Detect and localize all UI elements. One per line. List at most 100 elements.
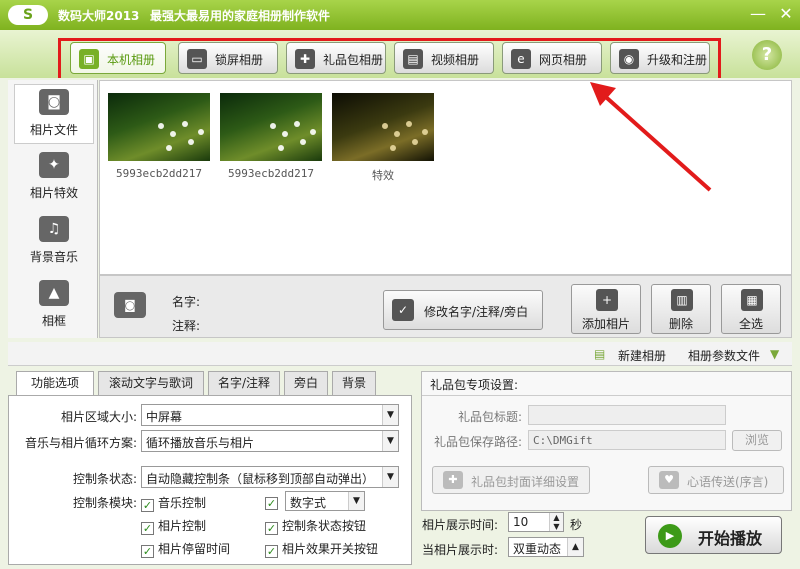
checkbox-label: 相片控制: [158, 519, 207, 533]
sidebar: ◙ 相片文件 ✦ 相片特效 ♫ 背景音乐 ▲ 相框: [8, 80, 98, 338]
save-path-label: 礼品包保存路径:: [433, 435, 522, 449]
checkbox-checked[interactable]: ✓: [141, 545, 154, 558]
close-button[interactable]: ✕: [776, 5, 796, 25]
checkbox-checked[interactable]: ✓: [265, 545, 278, 558]
gift-title-label: 礼品包标题:: [457, 410, 522, 424]
sidebar-item-photo-files[interactable]: ◙ 相片文件: [14, 84, 94, 144]
button-label: 心语传送(序言): [687, 475, 769, 489]
add-photo-button[interactable]: + 添加相片: [571, 284, 641, 334]
app-logo: S: [8, 5, 48, 25]
select-all-button[interactable]: ▦ 全选: [721, 284, 781, 334]
gift-title-input[interactable]: [528, 405, 726, 425]
sidebar-item-background-music[interactable]: ♫ 背景音乐: [14, 212, 94, 272]
photo-size-label: 相片区域大小:: [60, 410, 137, 424]
select-value: 循环播放音乐与相片: [146, 436, 255, 450]
photo-info-bar: ◙ 名字: 注释: ✓ 修改名字/注释/旁白 + 添加相片 ▥ 删除 ▦ 全选: [99, 275, 792, 338]
button-label: 礼品包封面详细设置: [471, 475, 580, 489]
save-path-input[interactable]: C:\DMGift: [528, 430, 726, 450]
control-state-label: 控制条状态:: [72, 472, 137, 486]
heart-message-button[interactable]: ♥ 心语传送(序言): [648, 466, 784, 494]
chevron-down-icon: ▼: [382, 467, 398, 487]
title-bar: S 数码大师2013 最强大最易用的家庭相册制作软件 — ✕: [0, 0, 800, 30]
tab-scroll-text-lyrics[interactable]: 滚动文字与歌词: [98, 371, 204, 395]
checkbox-checked[interactable]: ✓: [265, 497, 278, 510]
app-title: 数码大师2013: [58, 9, 140, 23]
camera-icon: ◙: [114, 292, 146, 318]
frame-icon: ▲: [39, 280, 69, 306]
when-display-label: 当相片展示时:: [422, 543, 499, 557]
tab-background[interactable]: 背景: [332, 371, 376, 395]
minimize-button[interactable]: —: [748, 5, 768, 25]
tab-function-options[interactable]: 功能选项: [16, 371, 94, 396]
tab-name-note[interactable]: 名字/注释: [208, 371, 280, 395]
button-label: 修改名字/注释/旁白: [424, 305, 529, 319]
new-album-link[interactable]: 新建相册: [618, 347, 666, 364]
settings-body: 相片区域大小: 中屏幕 ▼ 音乐与相片循环方案: 循环播放音乐与相片 ▼ 控制条…: [8, 395, 412, 565]
photo-thumbnail[interactable]: [332, 93, 434, 161]
browse-button[interactable]: 浏览: [732, 430, 782, 451]
spinner-arrows-icon[interactable]: ▲ ▼: [549, 513, 563, 531]
edit-name-note-button[interactable]: ✓ 修改名字/注释/旁白: [383, 290, 543, 330]
sidebar-item-label: 相片文件: [29, 123, 78, 137]
when-display-select[interactable]: 双重动态 ▲: [508, 537, 584, 557]
edit-checkbox-icon: ✓: [392, 299, 414, 321]
spinner-value: 10: [513, 515, 529, 529]
document-icon: ▤: [594, 347, 606, 361]
photo-control-checkbox[interactable]: ✓ 相片控制: [141, 517, 206, 535]
checkbox-label: 相片停留时间: [158, 542, 231, 556]
photo-thumbnail[interactable]: [220, 93, 322, 161]
checkbox-checked[interactable]: ✓: [141, 499, 154, 512]
select-value: 中屏幕: [146, 410, 183, 424]
select-value: 数字式: [290, 496, 327, 510]
sidebar-item-frame[interactable]: ▲ 相框: [14, 276, 94, 336]
chevron-down-icon: ▼: [348, 492, 364, 510]
dropdown-arrow-icon[interactable]: ▼: [770, 347, 779, 361]
select-value: 双重动态: [513, 542, 562, 556]
checkbox-label: 音乐控制: [158, 496, 207, 510]
photo-thumbnail[interactable]: [108, 93, 210, 161]
photo-name: 特效: [372, 169, 394, 182]
effect-switch-checkbox[interactable]: ✓ 相片效果开关按钮: [265, 540, 378, 558]
button-label: 删除: [669, 317, 694, 331]
sidebar-item-label: 相片特效: [29, 186, 78, 200]
checkbox-label: 相片效果开关按钮: [282, 542, 379, 556]
music-note-icon: ♫: [39, 216, 69, 242]
help-button[interactable]: ?: [752, 40, 782, 70]
delete-button[interactable]: ▥ 删除: [651, 284, 711, 334]
trash-icon: ▥: [671, 289, 693, 311]
settings-panel: 功能选项 滚动文字与歌词 名字/注释 旁白 背景 相片区域大小: 中屏幕 ▼ 音…: [8, 371, 412, 565]
album-file-strip: ▤ 新建相册 相册参数文件 ▼: [8, 342, 792, 366]
gift-cover-settings-button[interactable]: ✚ 礼品包封面详细设置: [432, 466, 590, 494]
checkbox-checked[interactable]: ✓: [141, 522, 154, 535]
start-play-button[interactable]: ▶ 开始播放: [645, 516, 782, 554]
gift-settings-title: 礼品包专项设置:: [422, 372, 791, 396]
sidebar-item-label: 相框: [41, 314, 66, 328]
photo-stay-checkbox[interactable]: ✓ 相片停留时间: [141, 540, 230, 558]
button-label: 全选: [739, 317, 764, 331]
note-label: 注释:: [172, 319, 201, 333]
photo-size-select[interactable]: 中屏幕 ▼: [141, 404, 399, 426]
status-button-checkbox[interactable]: ✓ 控制条状态按钮: [265, 517, 366, 535]
sidebar-item-photo-effects[interactable]: ✦ 相片特效: [14, 148, 94, 208]
gift-settings-panel: 礼品包专项设置: 礼品包标题: 礼品包保存路径: C:\DMGift 浏览 ✚ …: [421, 371, 792, 511]
button-label: 添加相片: [582, 317, 631, 331]
photo-name: 5993ecb2dd217: [115, 167, 203, 180]
music-control-checkbox[interactable]: ✓ 音乐控制: [141, 494, 206, 512]
control-module-label: 控制条模块:: [72, 496, 137, 510]
effects-icon: ✦: [39, 152, 69, 178]
display-time-label: 相片展示时间:: [422, 518, 499, 532]
button-label: 开始播放: [698, 529, 763, 548]
album-params-link[interactable]: 相册参数文件: [688, 347, 760, 364]
chevron-down-icon: ▼: [382, 405, 398, 425]
control-state-select[interactable]: 自动隐藏控制条（鼠标移到顶部自动弹出） ▼: [141, 466, 399, 488]
camera-icon: ◙: [39, 89, 69, 115]
name-label: 名字:: [172, 295, 201, 309]
sidebar-item-label: 背景音乐: [29, 250, 78, 264]
loop-select[interactable]: 循环播放音乐与相片 ▼: [141, 430, 399, 452]
digital-checkbox[interactable]: ✓: [265, 494, 282, 510]
digital-style-select[interactable]: 数字式 ▼: [285, 491, 365, 511]
display-time-spinner[interactable]: 10 ▲ ▼: [508, 512, 564, 532]
tab-narration[interactable]: 旁白: [284, 371, 328, 395]
checkbox-checked[interactable]: ✓: [265, 522, 278, 535]
checkbox-label: 控制条状态按钮: [282, 519, 367, 533]
